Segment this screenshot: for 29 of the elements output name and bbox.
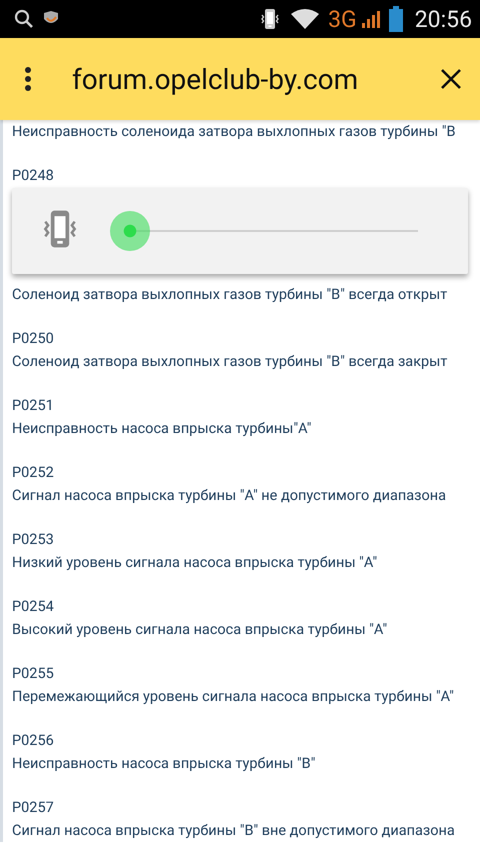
signal-icon	[360, 9, 381, 29]
search-icon	[14, 9, 34, 29]
fault-code: P0248	[12, 167, 54, 184]
battery-icon	[388, 6, 403, 32]
clock: 20:56	[414, 6, 472, 32]
fault-code: P0255	[12, 665, 54, 682]
fault-description: Неисправность соленоида затвора выхлопных газов турбины "B	[12, 123, 456, 140]
fault-description: Соленоид затвора выхлопных газов турбины "B" всегда закрыт	[12, 353, 448, 370]
fault-description: Низкий уровень сигнала насоса впрыска турбины "A"	[12, 554, 378, 571]
close-button[interactable]	[440, 68, 462, 90]
fault-code: P0256	[12, 732, 54, 749]
fault-code: P0253	[12, 531, 54, 548]
wifi-icon	[290, 8, 320, 30]
menu-button[interactable]	[24, 66, 32, 92]
fault-code: P0251	[12, 397, 54, 414]
fault-description: Сигнал насоса впрыска турбины "A" не допустимого диапазона	[12, 487, 446, 504]
fault-description: Перемежающийся уровень сигнала насоса впрыска турбины "A"	[12, 688, 454, 705]
network-type: 3G	[328, 6, 357, 32]
fault-code: P0254	[12, 598, 54, 615]
fault-description: Соленоид затвора выхлопных газов турбины "B" всегда открыт	[12, 286, 448, 303]
fault-code: P0252	[12, 464, 54, 481]
page-title: forum.opelclub-by.com	[72, 62, 360, 96]
fault-code: P0250	[12, 330, 54, 347]
fault-code: P0257	[12, 799, 54, 816]
fault-description: Сигнал насоса впрыска турбины "B" вне допустимого диапазона	[12, 822, 455, 839]
fault-description: Высокий уровень сигнала насоса впрыска турбины "A"	[12, 621, 388, 638]
fault-description: Неисправность насоса впрыска турбины "B"	[12, 755, 316, 772]
slider-thumb[interactable]	[110, 211, 150, 251]
fault-description: Неисправность насоса впрыска турбины"A"	[12, 420, 312, 437]
